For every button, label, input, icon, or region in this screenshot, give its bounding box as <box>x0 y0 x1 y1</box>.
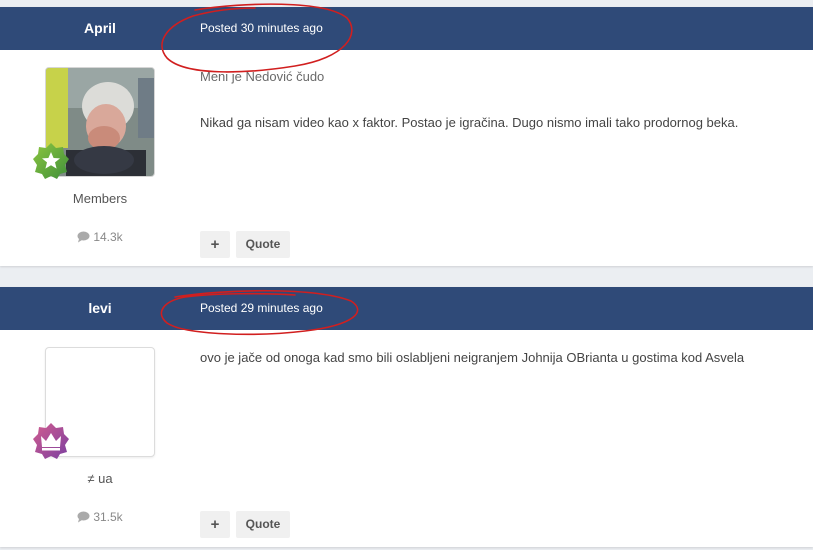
comment-icon <box>77 231 90 243</box>
user-group-label: ≠ ua <box>87 471 113 486</box>
post-header: April Posted 30 minutes ago <box>0 7 813 50</box>
quote-button[interactable]: Quote <box>236 231 290 258</box>
crown-badge-icon <box>33 423 69 459</box>
author-name-link[interactable]: levi <box>0 287 200 330</box>
user-group-label: Members <box>72 191 128 206</box>
post-body: Members 14.3k Meni je Nedović čudo Nikad… <box>0 50 813 266</box>
comment-icon <box>77 511 90 523</box>
post-count-value: 14.3k <box>93 230 123 244</box>
post-message: ovo je jače od onoga kad smo bili oslabl… <box>200 350 745 365</box>
post-count-value: 31.5k <box>93 510 123 524</box>
author-panel: ≠ ua 31.5k <box>0 330 200 547</box>
post-header: levi Posted 29 minutes ago <box>0 287 813 330</box>
author-name-link[interactable]: April <box>0 7 200 50</box>
multiquote-button[interactable]: + <box>200 231 230 258</box>
star-badge-icon <box>33 143 69 179</box>
forum-post: April Posted 30 minutes ago Members 14.3… <box>0 7 813 266</box>
multiquote-button[interactable]: + <box>200 511 230 538</box>
post-message: Nikad ga nisam video kao x faktor. Posta… <box>200 115 739 130</box>
quoted-text: Meni je Nedović čudo <box>200 69 325 84</box>
post-timestamp[interactable]: Posted 30 minutes ago <box>200 7 323 50</box>
author-panel: Members 14.3k <box>0 50 200 266</box>
post-body: ≠ ua 31.5k ovo je jače od onoga kad smo … <box>0 330 813 547</box>
post-count: 14.3k <box>0 230 200 244</box>
forum-post: levi Posted 29 minutes ago ≠ ua 31.5k ov… <box>0 287 813 547</box>
quote-button[interactable]: Quote <box>236 511 290 538</box>
post-count: 31.5k <box>0 510 200 524</box>
post-timestamp[interactable]: Posted 29 minutes ago <box>200 287 323 330</box>
